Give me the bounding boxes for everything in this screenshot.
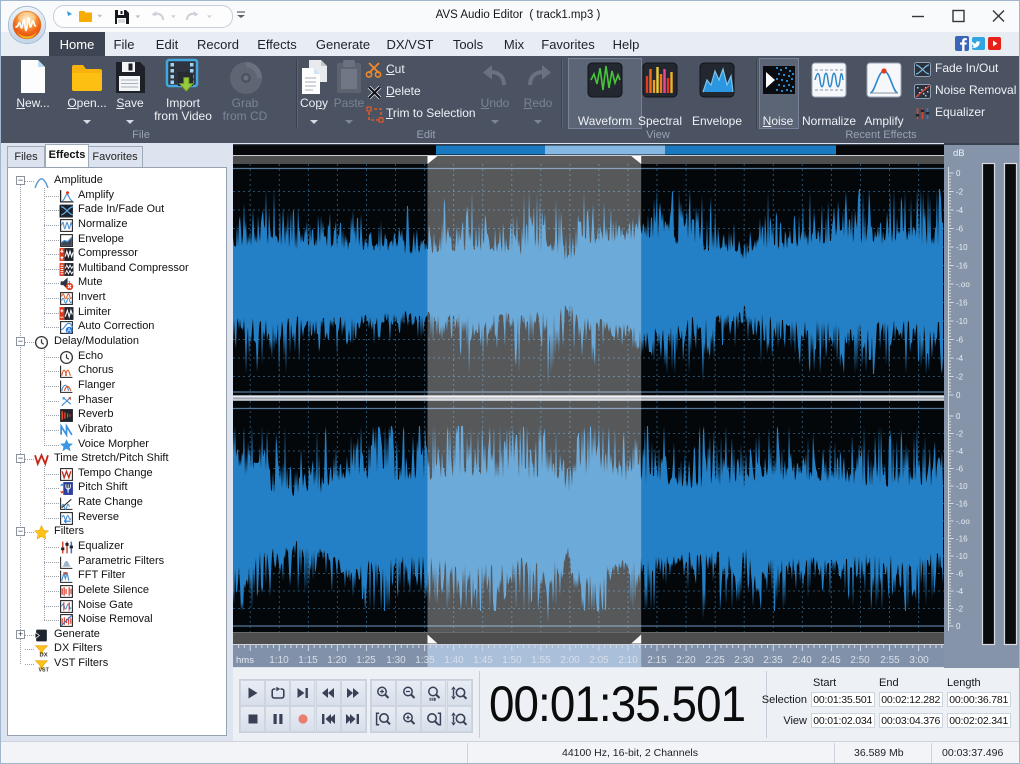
svg-text:-2: -2 [956,188,964,197]
svg-text:1:35: 1:35 [415,655,435,666]
svg-text:1:25: 1:25 [356,655,376,666]
svg-text:hms: hms [236,655,254,666]
svg-text:-4: -4 [956,447,964,456]
svg-text:2:50: 2:50 [850,655,870,666]
svg-text:A: A [67,328,72,335]
svg-text:-2: -2 [956,430,964,439]
svg-text:2:20: 2:20 [676,655,696,666]
svg-text:2:25: 2:25 [705,655,725,666]
svg-text:-16: -16 [956,535,968,544]
svg-text:2:45: 2:45 [821,655,841,666]
svg-text:1:15: 1:15 [298,655,318,666]
svg-text:0: 0 [956,412,961,421]
svg-text:1:10: 1:10 [269,655,289,666]
svg-text:2:55: 2:55 [880,655,900,666]
svg-text:2:05: 2:05 [589,655,609,666]
svg-text:-4: -4 [956,587,964,596]
svg-text:-2: -2 [956,373,964,382]
svg-text:-4: -4 [956,354,964,363]
svg-text:-4: -4 [956,206,964,215]
svg-text:2:00: 2:00 [560,655,580,666]
svg-text:-.oo: -.oo [956,517,970,526]
svg-text:-6: -6 [956,465,964,474]
svg-text:dB: dB [953,148,965,159]
svg-text:-10: -10 [956,243,968,252]
svg-text:-16: -16 [956,299,968,308]
svg-text:2:40: 2:40 [792,655,812,666]
svg-text:1:30: 1:30 [386,655,406,666]
svg-text:0: 0 [956,169,961,178]
svg-text:1:55: 1:55 [531,655,551,666]
svg-text:2:15: 2:15 [647,655,667,666]
svg-text:-6: -6 [956,225,964,234]
svg-text:1:40: 1:40 [444,655,464,666]
svg-text:-6: -6 [956,570,964,579]
svg-text:3:00: 3:00 [909,655,929,666]
svg-text:-16: -16 [956,262,968,271]
svg-text:-2: -2 [956,605,964,614]
svg-text:1:20: 1:20 [327,655,347,666]
svg-text:2:10: 2:10 [618,655,638,666]
svg-text:VST: VST [38,667,49,672]
svg-text:2:35: 2:35 [763,655,783,666]
svg-text:-16: -16 [956,500,968,509]
svg-text:-10: -10 [956,552,968,561]
svg-text:-10: -10 [956,317,968,326]
svg-text:0: 0 [956,391,961,400]
svg-text:2:30: 2:30 [734,655,754,666]
svg-text:1:45: 1:45 [473,655,493,666]
svg-text:0: 0 [956,622,961,631]
svg-text:-6: -6 [956,336,964,345]
svg-text:-10: -10 [956,482,968,491]
svg-text:-.oo: -.oo [956,280,970,289]
svg-text:1:50: 1:50 [502,655,522,666]
